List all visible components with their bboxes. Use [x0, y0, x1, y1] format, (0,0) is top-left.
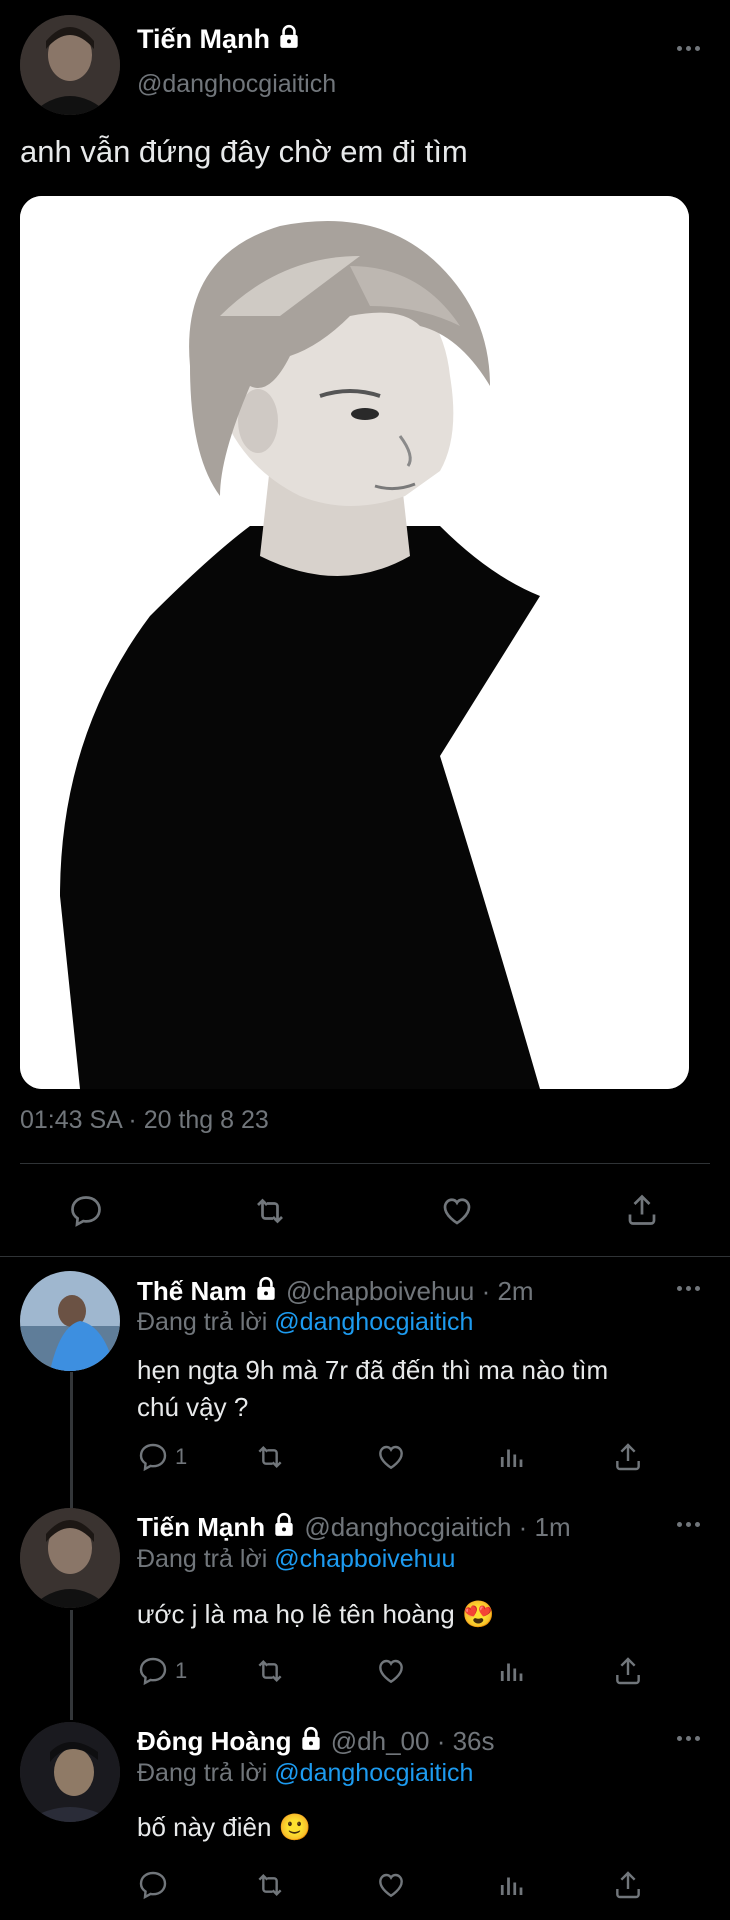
views-icon[interactable]	[496, 1655, 526, 1687]
reply-button[interactable]	[137, 1869, 175, 1901]
share-icon[interactable]	[612, 1440, 644, 1474]
avatar-image	[20, 1722, 120, 1822]
reply-avatar[interactable]	[20, 1271, 120, 1371]
replying-to: Đang trả lời @danghocgiaitich	[137, 1308, 474, 1336]
reply-time: · 2m	[481, 1276, 534, 1306]
reply-icon	[137, 1869, 169, 1901]
share-icon[interactable]	[612, 1868, 644, 1902]
replying-to-link[interactable]: @danghocgiaitich	[274, 1759, 473, 1787]
replying-to: Đang trả lời @chapboivehuu	[137, 1545, 456, 1573]
reply-handle[interactable]: @dh_00	[331, 1726, 430, 1756]
tweet-timestamp: 01:43 SA · 20 thg 8 23	[20, 1106, 269, 1134]
reply-display-name[interactable]: Tiến Mạnh	[137, 1512, 265, 1542]
retweet-icon[interactable]	[252, 1441, 288, 1473]
reply-text: bố này điên 🙂	[137, 1812, 312, 1842]
reply-header: Tiến Mạnh @danghocgiaitich · 1m	[137, 1512, 571, 1543]
main-avatar[interactable]	[20, 15, 120, 115]
lock-icon	[276, 24, 302, 50]
reply-handle[interactable]: @danghocgiaitich	[304, 1512, 511, 1542]
reply-time: · 36s	[436, 1726, 495, 1756]
more-icon[interactable]	[677, 1736, 700, 1741]
replying-to-link[interactable]: @chapboivehuu	[274, 1545, 455, 1573]
reply-text: ước j là ma họ lê tên hoàng 😍	[137, 1599, 495, 1629]
reply-count: 1	[175, 1444, 188, 1469]
avatar-image	[20, 1508, 120, 1608]
retweet-icon[interactable]	[252, 1655, 288, 1687]
views-icon[interactable]	[496, 1441, 526, 1473]
reply-header: Đông Hoàng @dh_00 · 36s	[137, 1726, 495, 1757]
main-display-name[interactable]: Tiến Mạnh	[137, 24, 302, 55]
reply-button[interactable]: 1	[137, 1655, 187, 1687]
reply-icon	[137, 1441, 169, 1473]
lock-icon	[253, 1276, 279, 1302]
tweet-text: anh vẫn đứng đây chờ em đi tìm	[20, 134, 468, 169]
views-icon[interactable]	[496, 1869, 526, 1901]
reply-handle[interactable]: @chapboivehuu	[286, 1276, 474, 1306]
share-icon[interactable]	[612, 1654, 644, 1688]
tweet-image[interactable]	[20, 196, 689, 1089]
reply-count: 1	[175, 1658, 188, 1683]
more-icon[interactable]	[677, 46, 700, 51]
reply-text: hẹn ngta 9h mà 7r đã đến thì ma nào tìm …	[137, 1355, 609, 1422]
portrait-photo	[20, 196, 689, 1089]
thread-line	[70, 1372, 73, 1510]
reply-avatar[interactable]	[20, 1508, 120, 1608]
reply-display-name[interactable]: Đông Hoàng	[137, 1726, 292, 1756]
main-handle[interactable]: @danghocgiaitich	[137, 70, 336, 99]
reply-time: · 1m	[518, 1512, 571, 1542]
reply-button[interactable]: 1	[137, 1441, 187, 1473]
replying-to: Đang trả lời @danghocgiaitich	[137, 1759, 474, 1787]
reply-avatar[interactable]	[20, 1722, 120, 1822]
like-icon[interactable]	[374, 1869, 408, 1901]
avatar-image	[20, 1271, 120, 1371]
share-icon[interactable]	[624, 1191, 660, 1229]
more-icon[interactable]	[677, 1522, 700, 1527]
like-icon[interactable]	[374, 1441, 408, 1473]
reply-header: Thế Nam @chapboivehuu · 2m	[137, 1276, 534, 1307]
more-icon[interactable]	[677, 1286, 700, 1291]
avatar-image	[20, 15, 120, 115]
reply-icon[interactable]	[68, 1193, 104, 1229]
replying-to-link[interactable]: @danghocgiaitich	[274, 1308, 473, 1336]
like-icon[interactable]	[438, 1193, 476, 1229]
reply-icon	[137, 1655, 169, 1687]
divider	[0, 1256, 730, 1257]
like-icon[interactable]	[374, 1655, 408, 1687]
lock-icon	[271, 1512, 297, 1538]
thread-line	[70, 1610, 73, 1720]
reply-display-name[interactable]: Thế Nam	[137, 1276, 247, 1306]
lock-icon	[298, 1726, 324, 1752]
retweet-icon[interactable]	[250, 1193, 290, 1229]
retweet-icon[interactable]	[252, 1869, 288, 1901]
divider	[20, 1163, 710, 1164]
